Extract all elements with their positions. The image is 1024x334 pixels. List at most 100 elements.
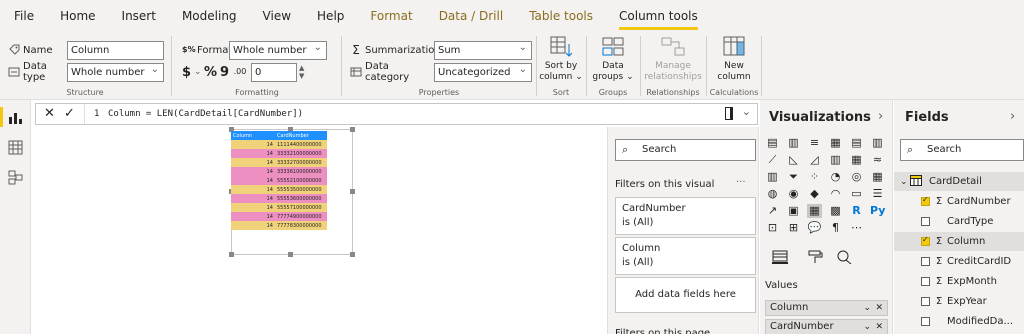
- decimal-spinner[interactable]: ▲ ▼: [299, 64, 304, 80]
- commit-formula-icon[interactable]: ✓: [64, 104, 75, 124]
- decomposition-tree-icon[interactable]: ⊞: [786, 221, 801, 235]
- fields-search-input[interactable]: ⌕ Search: [900, 139, 1024, 161]
- resize-handle[interactable]: [288, 252, 293, 257]
- remove-field-icon[interactable]: ✕: [875, 301, 883, 315]
- tab-file[interactable]: File: [14, 0, 34, 32]
- field-checkbox[interactable]: [921, 277, 930, 286]
- filled-map-icon[interactable]: ◉: [786, 187, 801, 201]
- field-checkbox[interactable]: [921, 317, 930, 326]
- donut-chart-icon[interactable]: ◎: [849, 170, 864, 184]
- resize-handle[interactable]: [350, 252, 355, 257]
- more-options-icon[interactable]: ···: [736, 177, 746, 188]
- matrix-icon[interactable]: ▩: [828, 204, 843, 218]
- kpi-icon[interactable]: ↗: [765, 204, 780, 218]
- field-checkbox[interactable]: [921, 297, 930, 306]
- clustered-bar-icon[interactable]: ≡: [807, 136, 822, 150]
- waterfall-icon[interactable]: ▥: [765, 170, 780, 184]
- field-checkbox[interactable]: [921, 235, 930, 246]
- field-item[interactable]: Σ Column: [894, 232, 1024, 251]
- field-checkbox[interactable]: [921, 195, 930, 206]
- column-header[interactable]: Column: [231, 131, 275, 140]
- slicer-icon[interactable]: ▣: [786, 204, 801, 218]
- cancel-formula-icon[interactable]: ✕: [44, 104, 55, 124]
- value-field-slot[interactable]: CardNumber ⌄ ✕: [765, 319, 888, 334]
- smart-narrative-icon[interactable]: ¶: [828, 221, 843, 235]
- 100-column-icon[interactable]: ▥: [870, 136, 885, 150]
- tab-help[interactable]: Help: [317, 0, 344, 32]
- value-field-slot[interactable]: Column ⌄ ✕: [765, 300, 888, 316]
- area-chart-icon[interactable]: ◺: [786, 153, 801, 167]
- python-visual-icon[interactable]: Py: [870, 204, 885, 218]
- data-view-icon[interactable]: [8, 140, 23, 155]
- tab-insert[interactable]: Insert: [122, 0, 156, 32]
- field-checkbox[interactable]: [921, 257, 930, 266]
- manage-relationships-button[interactable]: Manage relationships: [642, 36, 704, 83]
- filters-search-input[interactable]: ⌕ Search: [615, 139, 756, 161]
- expand-formula-icon[interactable]: ⌄: [742, 105, 751, 118]
- gauge-icon[interactable]: ◠: [828, 187, 843, 201]
- tab-modeling[interactable]: Modeling: [182, 0, 237, 32]
- data-category-select[interactable]: Uncategorized: [434, 61, 532, 82]
- tab-data-drill[interactable]: Data / Drill: [439, 0, 504, 32]
- format-paint-roller-icon[interactable]: [807, 250, 823, 264]
- collapse-table-icon[interactable]: ⌄: [900, 177, 910, 187]
- decimal-places-input[interactable]: 0: [251, 62, 297, 82]
- funnel-icon[interactable]: ⏷: [786, 170, 801, 184]
- add-data-fields-dropzone[interactable]: Add data fields here: [615, 277, 756, 313]
- table-node-carddetail[interactable]: ⌄ CardDetail: [894, 172, 1024, 191]
- stacked-bar-icon[interactable]: ▤: [765, 136, 780, 150]
- field-checkbox[interactable]: [921, 217, 930, 226]
- stacked-column-icon[interactable]: ▥: [786, 136, 801, 150]
- new-column-button[interactable]: New column: [708, 36, 760, 83]
- value-field-dropdown-icon[interactable]: ⌄: [863, 320, 871, 334]
- tab-format[interactable]: Format: [370, 0, 412, 32]
- name-input[interactable]: Column: [67, 40, 164, 60]
- line-chart-icon[interactable]: ⟋: [765, 153, 780, 167]
- r-visual-icon[interactable]: R: [849, 204, 864, 218]
- filter-card-cardnumber[interactable]: CardNumber is (All): [615, 197, 756, 235]
- tab-table-tools[interactable]: Table tools: [529, 0, 593, 32]
- stacked-area-icon[interactable]: ◿: [807, 153, 822, 167]
- tab-column-tools[interactable]: Column tools: [619, 0, 698, 32]
- card-icon[interactable]: ▭: [849, 187, 864, 201]
- analytics-magnifier-icon[interactable]: [836, 250, 852, 265]
- currency-dropdown-icon[interactable]: ⌄: [194, 67, 204, 77]
- key-influencers-icon[interactable]: ⊡: [765, 221, 780, 235]
- collapse-visualizations-icon[interactable]: ›: [878, 109, 883, 124]
- field-item[interactable]: ModifiedDa...: [894, 312, 1024, 331]
- value-field-dropdown-icon[interactable]: ⌄: [863, 301, 871, 315]
- column-header[interactable]: CardNumber: [275, 131, 327, 140]
- field-item[interactable]: Σ ExpYear: [894, 292, 1024, 311]
- data-groups-button[interactable]: Data groups ⌄: [588, 36, 638, 83]
- field-item[interactable]: Σ ExpMonth: [894, 272, 1024, 291]
- currency-button[interactable]: $: [182, 65, 194, 80]
- 100-bar-icon[interactable]: ▤: [849, 136, 864, 150]
- field-item[interactable]: Σ CardNumber: [894, 192, 1024, 211]
- resize-handle[interactable]: [229, 252, 234, 257]
- pie-chart-icon[interactable]: ◔: [828, 170, 843, 184]
- formula-input[interactable]: Column = LEN(CardDetail[CardNumber]): [108, 104, 303, 124]
- shape-map-icon[interactable]: ◆: [807, 187, 822, 201]
- percent-button[interactable]: %: [204, 65, 220, 80]
- line-clustered-icon[interactable]: ▦: [849, 153, 864, 167]
- format-select[interactable]: Whole number: [229, 39, 327, 60]
- comma-style-button[interactable]: 9: [220, 65, 232, 80]
- qa-icon[interactable]: 💬: [807, 221, 822, 235]
- resize-handle[interactable]: [350, 127, 355, 132]
- clustered-column-icon[interactable]: ▦: [828, 136, 843, 150]
- field-item[interactable]: Σ CreditCardID: [894, 252, 1024, 271]
- treemap-icon[interactable]: ▦: [870, 170, 885, 184]
- multi-row-card-icon[interactable]: ☰: [870, 187, 885, 201]
- data-type-select[interactable]: Whole number: [67, 61, 164, 82]
- fields-well-tab-icon[interactable]: [772, 250, 788, 264]
- table-icon[interactable]: ▦: [807, 204, 822, 218]
- more-visuals-icon[interactable]: ⋯: [849, 221, 864, 235]
- report-view-icon[interactable]: [0, 107, 23, 127]
- sort-by-column-button[interactable]: Sort by column ⌄: [538, 36, 584, 83]
- collapse-fields-icon[interactable]: ›: [1010, 109, 1015, 124]
- tab-home[interactable]: Home: [60, 0, 95, 32]
- line-column-icon[interactable]: ▥: [828, 153, 843, 167]
- remove-field-icon[interactable]: ✕: [875, 320, 883, 334]
- field-item[interactable]: CardType: [894, 212, 1024, 231]
- scatter-icon[interactable]: ⁘: [807, 170, 822, 184]
